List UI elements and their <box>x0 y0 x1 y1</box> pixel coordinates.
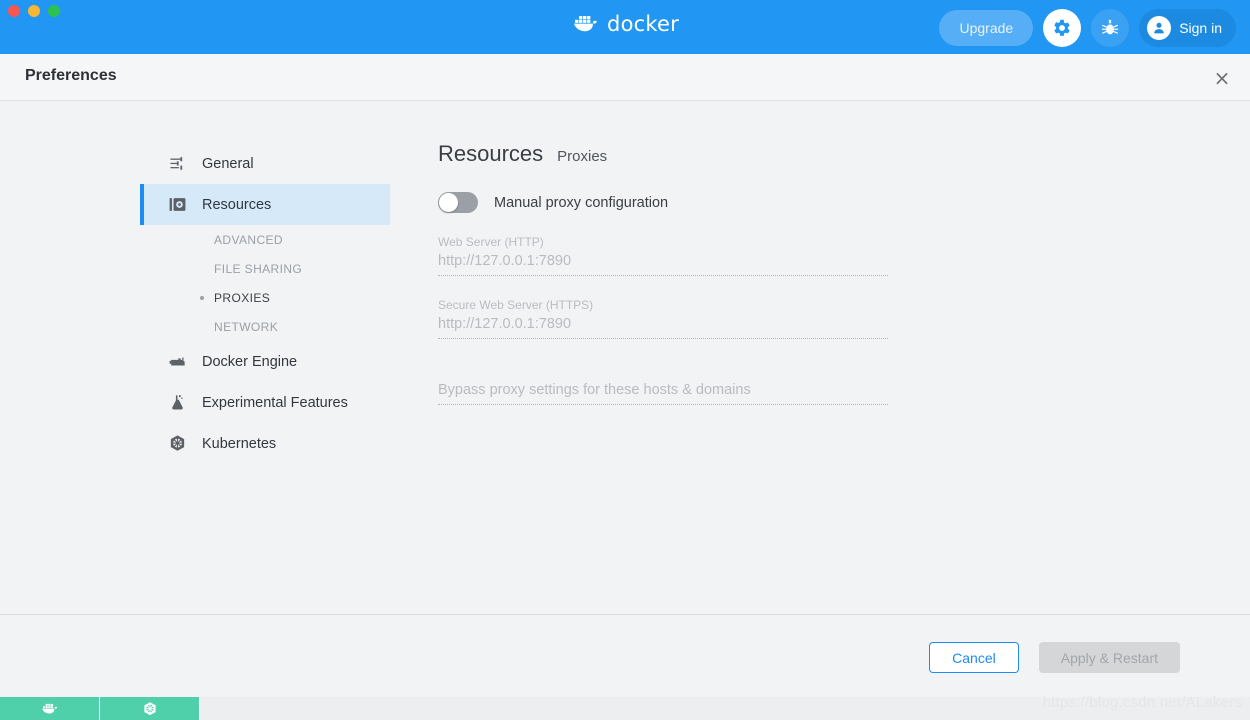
manual-proxy-toggle[interactable] <box>438 192 478 213</box>
toggle-knob <box>439 193 458 212</box>
preferences-header: Preferences × <box>0 54 1250 101</box>
sidebar-item-label: General <box>202 156 254 172</box>
sidebar-subitem-label: PROXIES <box>214 291 270 305</box>
flask-icon <box>166 392 188 414</box>
sidebar-item-docker-engine[interactable]: Docker Engine <box>140 341 390 382</box>
manual-proxy-toggle-row: Manual proxy configuration <box>438 192 998 213</box>
tab-proxies[interactable]: Proxies <box>557 148 607 165</box>
manual-proxy-toggle-label: Manual proxy configuration <box>494 195 668 211</box>
sidebar-item-resources[interactable]: Resources <box>140 184 390 225</box>
sidebar-subitem-network[interactable]: NETWORK <box>140 312 390 341</box>
https-proxy-field: Secure Web Server (HTTPS) <box>438 298 888 339</box>
http-proxy-field: Web Server (HTTP) <box>438 235 888 276</box>
bug-icon <box>1099 17 1121 39</box>
kubernetes-icon <box>166 433 188 455</box>
sign-in-label: Sign in <box>1179 20 1222 36</box>
avatar-icon <box>1147 16 1171 40</box>
sidebar-item-kubernetes[interactable]: Kubernetes <box>140 423 390 464</box>
title-bar: docker Upgrade <box>0 0 1250 54</box>
http-proxy-label: Web Server (HTTP) <box>438 235 888 249</box>
sidebar-item-label: Docker Engine <box>202 354 297 370</box>
http-proxy-input[interactable] <box>438 249 888 276</box>
debug-button[interactable] <box>1091 9 1129 47</box>
window-traffic-lights <box>8 5 60 17</box>
settings-button[interactable] <box>1043 9 1081 47</box>
panel-header: Resources Proxies <box>438 141 998 167</box>
https-proxy-label: Secure Web Server (HTTPS) <box>438 298 888 312</box>
sidebar-item-label: Kubernetes <box>202 436 276 452</box>
status-bar <box>0 697 1250 720</box>
docker-whale-icon <box>39 701 61 717</box>
sidebar-subitem-label: NETWORK <box>214 320 278 334</box>
maximize-window-button[interactable] <box>48 5 60 17</box>
status-kubernetes-tile[interactable] <box>100 697 200 720</box>
sign-in-button[interactable]: Sign in <box>1139 9 1236 47</box>
cancel-button[interactable]: Cancel <box>929 642 1019 673</box>
bypass-proxy-input[interactable] <box>438 378 888 405</box>
upgrade-button[interactable]: Upgrade <box>939 10 1033 46</box>
sidebar-item-experimental-features[interactable]: Experimental Features <box>140 382 390 423</box>
active-bullet-icon <box>200 296 204 300</box>
sidebar-item-general[interactable]: General <box>140 143 390 184</box>
proxies-panel: Resources Proxies Manual proxy configura… <box>438 141 998 405</box>
sidebar-item-label: Resources <box>202 197 271 213</box>
resources-icon <box>166 194 188 216</box>
panel-title: Resources <box>438 141 543 167</box>
preferences-footer: Cancel Apply & Restart <box>0 614 1250 697</box>
engine-icon <box>166 351 188 373</box>
bypass-proxy-field <box>438 378 888 405</box>
sidebar-subitem-advanced[interactable]: ADVANCED <box>140 225 390 254</box>
close-icon[interactable]: × <box>1210 66 1234 90</box>
sidebar-subitem-proxies[interactable]: PROXIES <box>140 283 390 312</box>
https-proxy-input[interactable] <box>438 312 888 339</box>
sidebar-subitem-label: FILE SHARING <box>214 262 302 276</box>
gear-icon <box>1051 17 1073 39</box>
footer-actions: Cancel Apply & Restart <box>929 642 1180 673</box>
sidebar-subitem-file-sharing[interactable]: FILE SHARING <box>140 254 390 283</box>
topbar-actions: Upgrade <box>939 9 1236 47</box>
minimize-window-button[interactable] <box>28 5 40 17</box>
page-title: Preferences <box>25 67 117 85</box>
docker-whale-icon <box>571 12 601 36</box>
docker-wordmark: docker <box>607 12 679 36</box>
sidebar-item-label: Experimental Features <box>202 395 348 411</box>
apply-and-restart-button[interactable]: Apply & Restart <box>1039 642 1180 673</box>
kubernetes-icon <box>142 701 158 717</box>
person-icon <box>1151 20 1167 36</box>
preferences-body: General Resources ADVANCED <box>0 101 1250 614</box>
docker-preferences-window: docker Upgrade <box>0 0 1250 720</box>
sliders-icon <box>166 153 188 175</box>
close-window-button[interactable] <box>8 5 20 17</box>
status-docker-tile[interactable] <box>0 697 100 720</box>
settings-sidebar: General Resources ADVANCED <box>140 143 390 464</box>
sidebar-subitem-label: ADVANCED <box>214 233 283 247</box>
